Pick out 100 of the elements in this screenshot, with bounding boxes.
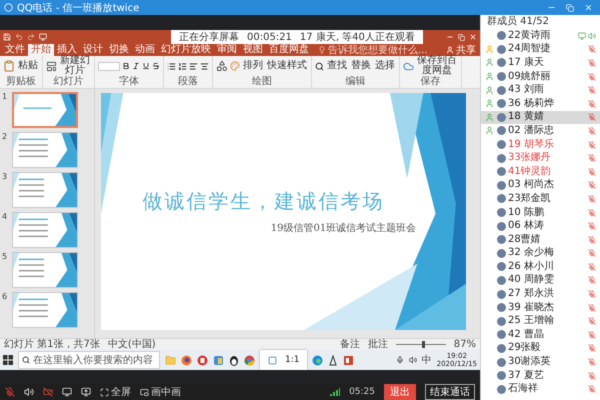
browser-icon[interactable] [244, 354, 255, 366]
slide-subtitle: 19级信管01班诚信考试主题班会 [270, 222, 416, 235]
member-row[interactable]: 36 杨莉烨 [481, 96, 600, 111]
ribbon-tab[interactable]: 文件 [2, 44, 28, 56]
picture-in-picture-button[interactable]: 画中画 [140, 385, 181, 399]
member-row[interactable]: 10 陈鹏 [481, 206, 600, 220]
shapes-icon [216, 60, 228, 72]
member-row[interactable]: 42 曹晶 [481, 328, 600, 342]
member-row[interactable]: 33张娜丹 [481, 151, 600, 165]
app-icon[interactable] [197, 354, 208, 366]
member-name: 24周智捷 [508, 43, 552, 56]
mic-muted-icon[interactable] [5, 387, 15, 397]
tell-me-field[interactable]: 告诉我您想要做什么... [318, 44, 428, 56]
ribbon-tab[interactable]: 设计 [80, 44, 106, 56]
slide-number: 5 [2, 252, 8, 261]
ribbon-tab[interactable]: 幻灯片放映 [158, 44, 214, 56]
language: 中文(中国) [108, 339, 156, 350]
member-row[interactable]: 40 周静雯 [481, 274, 600, 288]
group-label: 保存 [420, 76, 440, 88]
ribbon-tab[interactable]: 审阅 [214, 44, 240, 56]
fullscreen-button[interactable]: 全屏 [100, 385, 131, 399]
ribbon-button[interactable]: 查找 [326, 61, 348, 71]
member-row[interactable]: 24周智捷 [481, 42, 600, 56]
member-row[interactable]: 26 林小川 [481, 260, 600, 274]
member-name: 32 余少梅 [508, 247, 555, 260]
italic-icon [132, 62, 140, 70]
member-row[interactable]: 19 胡琴乐 [481, 138, 600, 152]
exit-button[interactable]: 退出 [384, 384, 416, 400]
member-row[interactable]: 25 王增翰 [481, 314, 600, 328]
ribbon-tab[interactable]: 插入 [54, 44, 80, 56]
member-row[interactable]: 22黄诗雨 [481, 29, 600, 43]
share-status: 正在分享屏幕 [179, 30, 239, 44]
notes-toggle[interactable]: 备注 [340, 339, 360, 350]
camera-off-icon[interactable] [43, 387, 53, 397]
member-name: 26 林小川 [508, 260, 555, 273]
share-button[interactable]: 共享 [442, 44, 480, 56]
slide-thumbnail[interactable] [12, 212, 78, 248]
member-row[interactable]: 43 刘雨 [481, 83, 600, 97]
member-row[interactable]: 29张毅 [481, 342, 600, 356]
slide-thumbnail[interactable] [12, 292, 78, 328]
app-icon[interactable] [328, 354, 338, 366]
ribbon-tab[interactable]: 视图 [240, 44, 266, 56]
ribbon-button[interactable]: 快速样式 [266, 61, 308, 71]
ribbon-button[interactable]: 粘贴 [17, 61, 39, 71]
strikethrough-icon [152, 62, 160, 70]
browser-icon[interactable] [312, 354, 324, 366]
member-row[interactable]: 37 夏艺 [481, 368, 600, 382]
ribbon-tab[interactable]: 切换 [106, 44, 132, 56]
penguin-icon[interactable] [229, 354, 239, 366]
input-method[interactable]: 中 [422, 354, 432, 366]
restore-icon [458, 34, 465, 40]
member-row[interactable]: 32 余少梅 [481, 246, 600, 260]
numbered-list-icon [178, 62, 187, 70]
ribbon-tab[interactable]: 百度网盘 [266, 44, 312, 56]
member-row[interactable]: 30谢添英 [481, 355, 600, 369]
slide-thumbnail[interactable] [12, 92, 78, 128]
presentation-app-icon[interactable] [343, 354, 354, 366]
presentation-icon [39, 33, 47, 41]
member-row[interactable]: 06 林涛 [481, 219, 600, 233]
member-row[interactable]: 02 潘际忠 [481, 124, 600, 138]
cloud-icon [403, 60, 414, 72]
ribbon-button[interactable]: 选择 [374, 61, 396, 71]
member-row[interactable]: 39 崔晓杰 [481, 300, 600, 314]
ribbon-button[interactable]: 替换 [350, 61, 372, 71]
member-name: 28曹婧 [508, 234, 542, 246]
ribbon-button[interactable]: 新建幻灯片 [59, 56, 91, 76]
align-center-icon [200, 62, 209, 70]
member-row[interactable]: 17 康天 [481, 56, 600, 70]
member-name: 10 陈鹏 [508, 206, 545, 219]
slide-thumbnail[interactable] [12, 132, 78, 168]
slide-number: 3 [2, 172, 8, 181]
slide-number: 1 [2, 92, 8, 101]
end-call-button[interactable]: 结束通话 [425, 384, 475, 400]
member-row[interactable]: 23郑金凯 [481, 192, 600, 206]
start-icon[interactable] [3, 355, 13, 365]
ribbon-tab[interactable]: 开始 [28, 44, 54, 56]
browser-icon[interactable] [181, 354, 192, 366]
member-row[interactable]: 41钟灵韵 [481, 164, 600, 179]
member-row[interactable]: 28曹婧 [481, 232, 600, 246]
member-row[interactable]: 03 柯尚杰 [481, 178, 600, 192]
ribbon-button[interactable]: 保存到百度网盘 [416, 56, 458, 76]
member-row[interactable]: 18 黄婧 [481, 110, 600, 124]
member-row[interactable]: 27 郑永洪 [481, 287, 600, 301]
bold-icon [122, 62, 130, 70]
slide-thumbnail[interactable] [12, 172, 78, 208]
font-name-field[interactable] [98, 62, 120, 70]
member-row[interactable]: 09姚舒丽 [481, 70, 600, 84]
comments-toggle[interactable]: 批注 [368, 339, 388, 350]
taskbar-search-field[interactable]: 在这里输入你要搜索的内容 [18, 351, 160, 369]
ribbon-tab[interactable]: 动画 [132, 44, 158, 56]
slide-thumbnail[interactable] [12, 252, 78, 288]
window-icon [268, 356, 277, 364]
undo-icon [15, 33, 23, 41]
screen-share-icon [62, 387, 72, 397]
share-time: 00:05:21 [247, 32, 292, 42]
presentation-icon [81, 387, 91, 397]
zoom-ratio: 1:1 [285, 355, 300, 365]
zoom-level: 87% [454, 339, 476, 350]
member-row[interactable]: 石海祥 [481, 382, 600, 396]
ribbon-button[interactable]: 排列 [242, 61, 264, 71]
